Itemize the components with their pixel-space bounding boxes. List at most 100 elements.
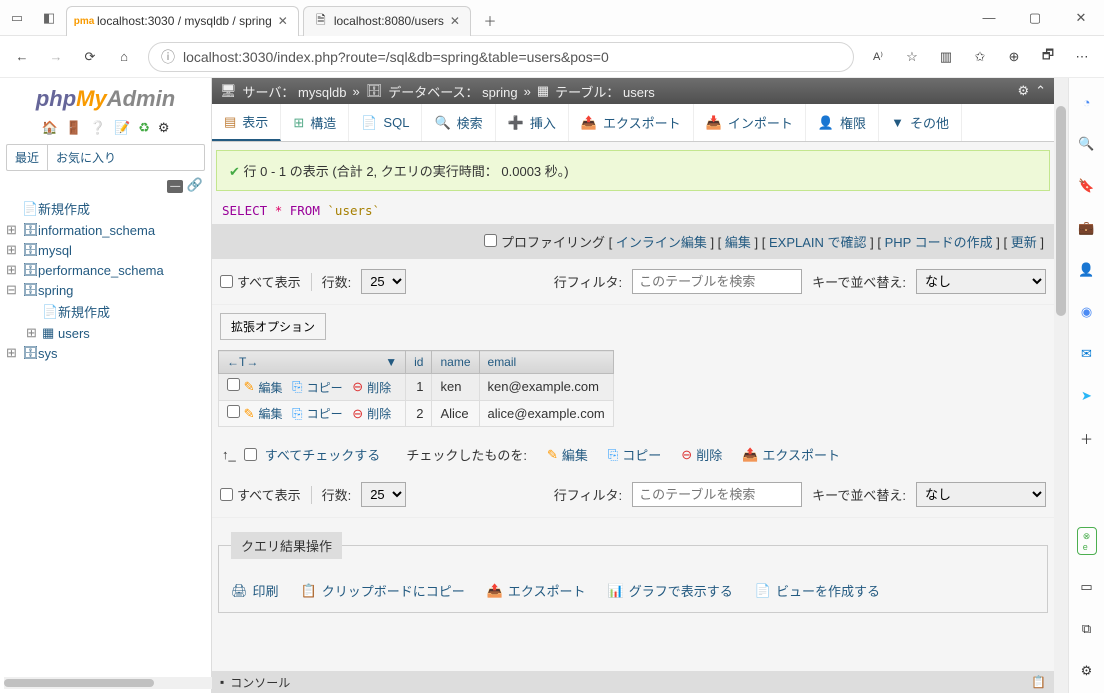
tab-sql[interactable]: 📄SQL: [349, 104, 422, 141]
bulk-edit[interactable]: 編集: [562, 445, 588, 464]
tab-import[interactable]: 📥インポート: [694, 104, 806, 141]
row-copy[interactable]: コピー: [307, 379, 343, 396]
qr-clipboard[interactable]: 📋クリップボードにコピー: [301, 581, 465, 600]
tree-spring[interactable]: ⊟🗄spring: [2, 280, 209, 300]
ext-options-button[interactable]: 拡張オプション: [220, 313, 326, 340]
bulk-copy[interactable]: コピー: [622, 445, 661, 464]
col-name[interactable]: name: [432, 351, 479, 374]
qr-chart[interactable]: 📊グラフで表示する: [608, 581, 733, 600]
new-tab-button[interactable]: ＋: [475, 6, 505, 36]
logout-icon[interactable]: 🚪: [66, 120, 82, 136]
qr-export[interactable]: 📤エクスポート: [487, 581, 586, 600]
bulk-export[interactable]: エクスポート: [762, 445, 840, 464]
link-icon[interactable]: 🔗: [187, 177, 203, 192]
gear-icon[interactable]: ⚙: [1017, 83, 1029, 99]
games-icon[interactable]: 👤: [1077, 260, 1097, 280]
close-icon[interactable]: ✕: [278, 14, 288, 28]
favorites-icon[interactable]: ✩: [970, 47, 990, 67]
collapse-icon[interactable]: —: [167, 180, 183, 193]
row-copy[interactable]: コピー: [307, 405, 343, 422]
row-delete[interactable]: 削除: [367, 405, 391, 422]
shopping-icon[interactable]: 🔖: [1077, 176, 1097, 196]
back-button[interactable]: ←: [12, 47, 32, 67]
tab-structure[interactable]: ⊞構造: [281, 104, 349, 141]
collections-icon[interactable]: ⊕: [1004, 47, 1024, 67]
split-screen-icon[interactable]: ▥: [936, 47, 956, 67]
refresh-link[interactable]: 更新: [1011, 235, 1037, 250]
horizontal-scrollbar[interactable]: [4, 677, 212, 689]
tab-insert[interactable]: ➕挿入: [496, 104, 569, 141]
tab-privileges[interactable]: 👤権限: [806, 104, 879, 141]
qr-print[interactable]: 🖨印刷: [231, 581, 279, 600]
send-icon[interactable]: ➤: [1077, 386, 1097, 406]
rows-select[interactable]: 25: [361, 269, 406, 294]
home-icon[interactable]: 🏠: [41, 120, 57, 136]
collapse-top-icon[interactable]: ⌃: [1035, 83, 1046, 99]
tab-export[interactable]: 📤エクスポート: [569, 104, 694, 141]
close-icon[interactable]: ✕: [450, 14, 460, 28]
tab-search[interactable]: 🔍検索: [422, 104, 495, 141]
inline-edit-link[interactable]: インライン編集: [616, 235, 707, 250]
bc-db[interactable]: データベース： spring: [388, 82, 517, 101]
checkall-checkbox[interactable]: [244, 448, 257, 461]
col-t[interactable]: ←T→ ▼: [219, 351, 406, 374]
tree-information-schema[interactable]: ⊞🗄information_schema: [2, 220, 209, 240]
row-checkbox[interactable]: [227, 405, 240, 418]
site-info-icon[interactable]: ⓘ: [161, 47, 175, 67]
copilot-icon[interactable]: ◔: [1077, 92, 1097, 112]
close-window-button[interactable]: ✕: [1058, 0, 1104, 36]
row-delete[interactable]: 削除: [367, 379, 391, 396]
tab-more[interactable]: ▼その他: [879, 104, 962, 141]
favorite-tab[interactable]: お気に入り: [48, 145, 124, 170]
explain-link[interactable]: EXPLAIN で確認: [769, 235, 867, 250]
tree-performance-schema[interactable]: ⊞🗄performance_schema: [2, 260, 209, 280]
recent-tab[interactable]: 最近: [7, 145, 48, 170]
browser-tab-2[interactable]: 🗎 localhost:8080/users ✕: [303, 6, 471, 36]
vertical-scrollbar[interactable]: [1054, 78, 1068, 693]
browser-tab-1[interactable]: pma localhost:3030 / mysqldb / spring ✕: [66, 6, 299, 36]
search-icon[interactable]: 🔍: [1077, 134, 1097, 154]
extensions-icon[interactable]: 🗗: [1038, 47, 1058, 67]
bc-server[interactable]: サーバ： mysqldb: [243, 82, 347, 101]
row-edit[interactable]: 編集: [259, 405, 283, 422]
workspace-icon[interactable]: ▭: [8, 9, 26, 27]
col-email[interactable]: email: [479, 351, 613, 374]
edit-link[interactable]: 編集: [725, 235, 751, 250]
hide-sidebar-icon[interactable]: ▭: [1077, 577, 1097, 597]
minimize-button[interactable]: —: [966, 0, 1012, 36]
col-id[interactable]: id: [406, 351, 432, 374]
reload-icon[interactable]: ♻: [138, 120, 150, 136]
console-bar[interactable]: ▪ コンソール 📋: [212, 671, 1054, 693]
search-table-input[interactable]: [632, 269, 802, 294]
rows-select[interactable]: 25: [361, 482, 406, 507]
bc-table[interactable]: テーブル： users: [555, 82, 655, 101]
read-aloud-icon[interactable]: A⁾: [868, 47, 888, 67]
showall-checkbox[interactable]: [220, 488, 233, 501]
sort-select[interactable]: なし: [916, 269, 1046, 294]
settings-icon[interactable]: ⚙: [158, 120, 170, 136]
row-edit[interactable]: 編集: [259, 379, 283, 396]
url-bar[interactable]: ⓘ localhost:3030/index.php?route=/sql&db…: [148, 42, 854, 72]
maximize-button[interactable]: ▢: [1012, 0, 1058, 36]
performance-icon[interactable]: ⊗e: [1077, 527, 1097, 555]
outlook-icon[interactable]: ✉: [1077, 344, 1097, 364]
tree-new[interactable]: 📄新規作成: [2, 197, 209, 220]
favorite-icon[interactable]: ☆: [902, 47, 922, 67]
sort-select[interactable]: なし: [916, 482, 1046, 507]
tree-mysql[interactable]: ⊞🗄mysql: [2, 240, 209, 260]
tab-browse[interactable]: ▤表示: [212, 104, 281, 141]
tree-sys[interactable]: ⊞🗄sys: [2, 343, 209, 363]
search-table-input[interactable]: [632, 482, 802, 507]
docs-icon[interactable]: ❔: [90, 120, 106, 136]
sidebar-link-icon[interactable]: ⧉: [1077, 619, 1097, 639]
add-sidebar-icon[interactable]: ＋: [1077, 428, 1097, 448]
bulk-delete[interactable]: 削除: [696, 445, 722, 464]
tree-spring-users[interactable]: ⊞▦users: [22, 323, 209, 343]
settings-icon[interactable]: ⚙: [1077, 661, 1097, 681]
sql-icon[interactable]: 📝: [114, 120, 130, 136]
console-settings-icon[interactable]: 📋: [1031, 675, 1046, 689]
sidebar-toggle-icon[interactable]: ◧: [40, 9, 58, 27]
qr-view[interactable]: 📄ビューを作成する: [755, 581, 880, 600]
tree-spring-new[interactable]: 📄新規作成: [22, 300, 209, 323]
m365-icon[interactable]: ◉: [1077, 302, 1097, 322]
